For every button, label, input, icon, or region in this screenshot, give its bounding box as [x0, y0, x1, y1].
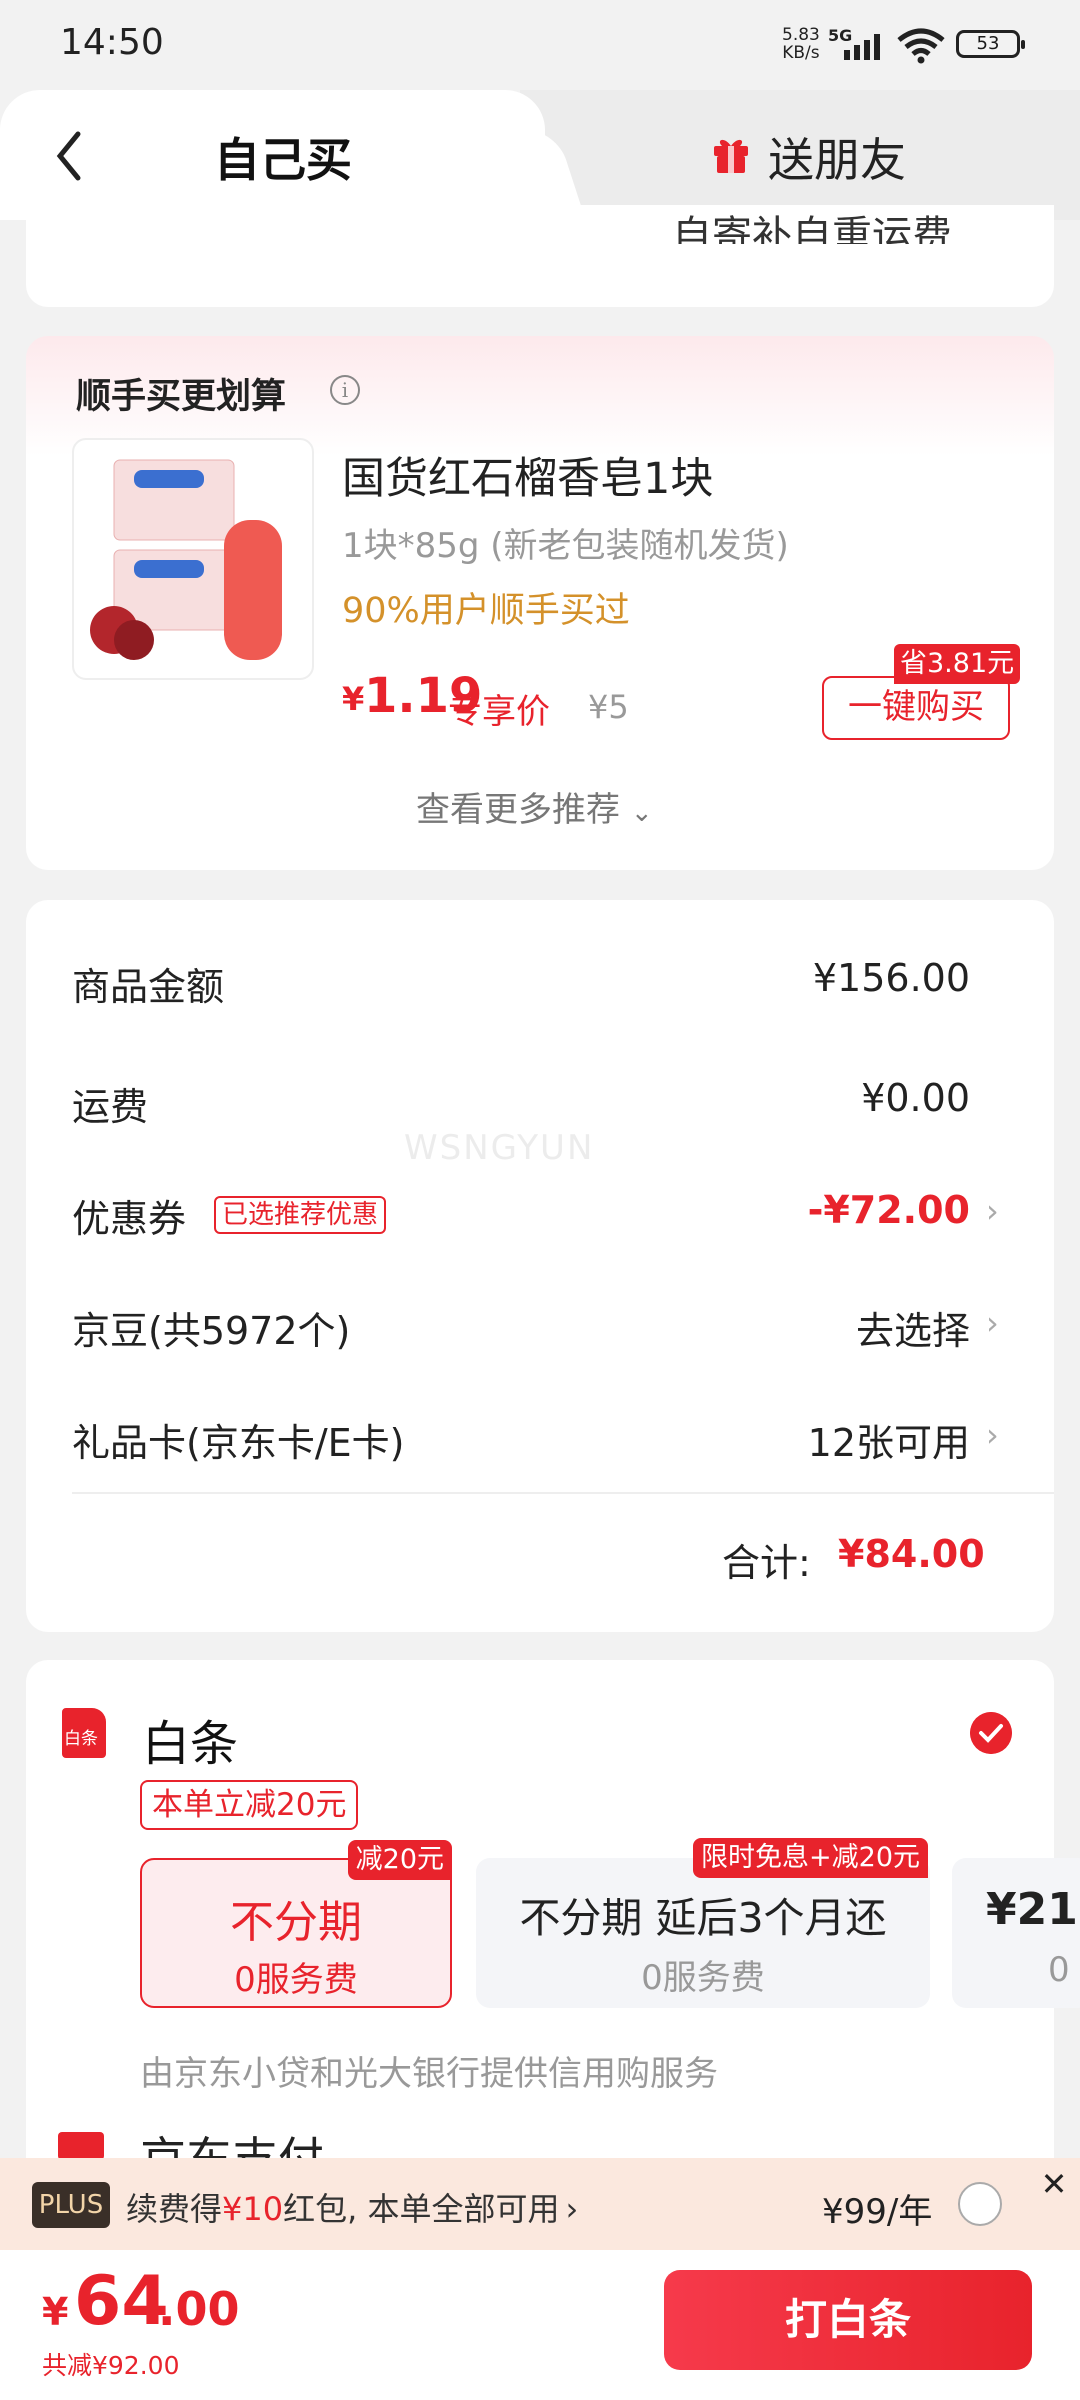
- row-coupon-label: 优惠券: [72, 1197, 187, 1241]
- baitiao-icon-text: 白条: [64, 1729, 98, 1749]
- baitiao-title[interactable]: 白条: [142, 1704, 238, 1774]
- wifi-icon: [897, 28, 945, 64]
- plan-title: 不分期: [230, 1897, 362, 1948]
- pay-amount-integer: 64: [74, 2262, 169, 2341]
- jd-pay-icon: [58, 2132, 104, 2160]
- plus-text-suffix: 红包, 本单全部可用: [283, 2190, 560, 2228]
- row-jd-beans-label: 京豆(共5972个): [72, 1309, 351, 1353]
- plus-text-amount: ¥10: [222, 2190, 284, 2228]
- baitiao-icon: 白条: [62, 1708, 106, 1758]
- original-price: ¥5: [588, 688, 629, 726]
- more-recommend-label: 查看更多推荐: [416, 790, 620, 830]
- signal-icon: [844, 34, 880, 60]
- plan-title: ¥21: [986, 1884, 1078, 1935]
- net-speed-value: 5.83: [782, 25, 820, 45]
- net-speed-unit: KB/s: [782, 43, 820, 63]
- exclusive-price-label: 专享价: [448, 692, 550, 732]
- plus-promo-text[interactable]: 续费得¥10红包, 本单全部可用 ›: [126, 2184, 578, 2230]
- installment-plan-option[interactable]: 限时免息+减20元 不分期 延后3个月还 0服务费: [476, 1838, 930, 2008]
- chevron-right-icon[interactable]: ›: [986, 1416, 999, 1454]
- net-speed: 5.83 KB/s: [782, 26, 820, 62]
- tab-gift-friend[interactable]: 送朋友: [768, 124, 906, 190]
- product-spec: 1块*85g (新老包装随机发货): [342, 526, 789, 566]
- row-shipping-label: 运费: [72, 1085, 149, 1129]
- plan-fee: 0服务费: [234, 1960, 358, 2000]
- plan-title: 不分期 延后3个月还: [519, 1894, 887, 1942]
- pay-currency-symbol: ¥: [42, 2290, 69, 2334]
- plan-fee: 0: [1048, 1950, 1070, 1990]
- row-gift-card-label: 礼品卡(京东卡/E卡): [72, 1421, 405, 1465]
- gift-icon: [714, 139, 748, 173]
- watermark-text: WSNGYUN: [404, 1128, 595, 1168]
- shipping-note: 自寄补自重运费: [672, 213, 952, 244]
- more-recommend-link[interactable]: 查看更多推荐 ⌄: [416, 782, 653, 831]
- pay-with-baitiao-button[interactable]: 打白条: [664, 2270, 1032, 2370]
- plan-fee: 0服务费: [641, 1958, 765, 1998]
- installment-plan-option[interactable]: ¥21 0: [952, 1858, 1080, 2008]
- jd-pay-label[interactable]: 京东支付: [140, 2130, 324, 2160]
- back-arrow-icon[interactable]: [50, 128, 90, 184]
- plus-price: ¥99/年: [822, 2192, 933, 2232]
- status-time: 14:50: [60, 22, 164, 63]
- row-jd-beans-value[interactable]: 去选择: [856, 1300, 970, 1355]
- battery-icon: 53: [956, 30, 1025, 58]
- info-icon[interactable]: i: [330, 375, 360, 405]
- soap-product-picture: [90, 459, 282, 660]
- one-click-buy-button[interactable]: 一键购买: [822, 676, 1010, 740]
- baitiao-promo-tag: 本单立减20元: [140, 1780, 359, 1830]
- check-icon[interactable]: [970, 1712, 1012, 1754]
- product-image[interactable]: [72, 438, 314, 680]
- price-symbol: ¥: [342, 680, 365, 718]
- pay-total-saved: 共减¥92.00: [42, 2351, 180, 2380]
- chevron-down-icon: ⌄: [630, 798, 653, 828]
- close-icon[interactable]: ✕: [1036, 2166, 1072, 2202]
- recommend-title: 顺手买更划算: [76, 377, 287, 417]
- row-goods-amount-value: ¥156.00: [812, 956, 970, 1000]
- chevron-right-icon[interactable]: ›: [986, 1304, 999, 1342]
- product-name[interactable]: 国货红石榴香皂1块: [342, 444, 713, 506]
- plan-badge: 限时免息+减20元: [693, 1838, 928, 1878]
- row-coupon-value[interactable]: -¥72.00: [808, 1188, 970, 1232]
- divider: [72, 1492, 1054, 1494]
- chevron-right-icon[interactable]: ›: [986, 1192, 999, 1230]
- total-label: 合计:: [722, 1541, 811, 1585]
- baitiao-provider-note: 由京东小贷和光大银行提供信用购服务: [140, 2054, 718, 2094]
- installment-plan-option[interactable]: 减20元 不分期 0服务费: [140, 1840, 452, 2008]
- save-badge: 省3.81元: [894, 644, 1021, 684]
- tab-self[interactable]: 自己买: [214, 124, 352, 190]
- plus-text-prefix: 续费得: [126, 2190, 223, 2228]
- plus-select-radio[interactable]: [958, 2182, 1002, 2226]
- plus-logo: PLUS: [32, 2182, 110, 2228]
- chevron-right-icon: ›: [565, 2190, 579, 2228]
- row-goods-amount-label: 商品金额: [72, 965, 225, 1009]
- row-shipping-value: ¥0.00: [861, 1076, 970, 1120]
- pay-amount-decimal: .00: [158, 2282, 240, 2336]
- row-gift-card-value[interactable]: 12张可用: [808, 1412, 970, 1467]
- product-tag: 90%用户顺手买过: [342, 591, 630, 631]
- plan-badge: 减20元: [347, 1840, 452, 1880]
- total-value: ¥84.00: [838, 1532, 985, 1576]
- coupon-recommend-tag: 已选推荐优惠: [214, 1196, 387, 1234]
